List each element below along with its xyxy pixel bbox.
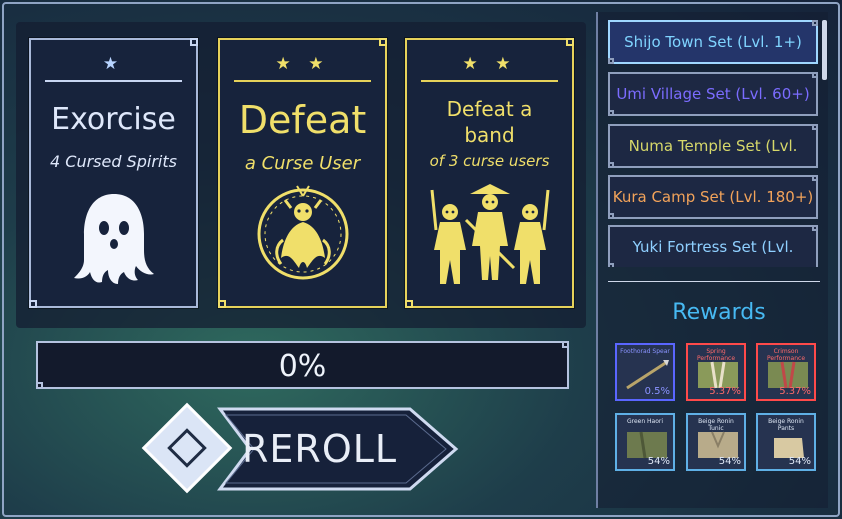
reward-chance: 0.5% xyxy=(644,386,670,397)
reward-chance: 5.37% xyxy=(779,386,811,397)
button-corner xyxy=(608,110,614,116)
card-subtitle: of 3 curse users xyxy=(429,152,550,170)
haori-icon xyxy=(694,358,738,389)
set-button-yuki-fortress[interactable]: Yuki Fortress Set (Lvl. 240+) xyxy=(608,225,818,267)
card-corner xyxy=(29,300,37,308)
curse-user-icon xyxy=(220,182,385,282)
reward-item-beige-ronin-pants[interactable]: Beige Ronin Pants 54% xyxy=(756,413,816,471)
tunic-icon xyxy=(694,428,738,458)
button-corner xyxy=(608,213,614,219)
spear-icon xyxy=(623,358,669,390)
card-divider xyxy=(234,80,371,82)
button-corner xyxy=(812,124,818,130)
reward-chance: 5.37% xyxy=(709,386,741,397)
quest-card-defeat-curse-user[interactable]: ★ ★ Defeat a Curse User xyxy=(218,38,387,308)
reroll-label: REROLL xyxy=(242,427,398,471)
star-rating: ★ ★ xyxy=(462,54,517,74)
reward-chance: 54% xyxy=(647,456,670,467)
quest-progress-bar: 0% xyxy=(36,341,569,389)
button-corner xyxy=(608,58,614,64)
button-corner xyxy=(608,162,614,168)
bar-corner xyxy=(562,341,569,348)
curse-band-icon xyxy=(407,180,572,292)
card-divider xyxy=(421,80,558,82)
card-divider xyxy=(45,80,182,82)
card-subtitle: 4 Cursed Spirits xyxy=(50,152,177,171)
set-list-scrollbar[interactable] xyxy=(822,20,827,80)
set-button-umi-village[interactable]: Umi Village Set (Lvl. 60+) xyxy=(608,72,818,116)
reward-item-crimson-performance-haori[interactable]: Crimson Performance Haori 5.37% xyxy=(756,343,816,401)
button-corner xyxy=(812,175,818,181)
reward-chance: 54% xyxy=(788,456,811,467)
rewards-title: Rewards xyxy=(672,300,766,325)
reward-name: Foothorad Spear xyxy=(620,348,670,355)
card-corner xyxy=(566,38,574,46)
set-button-kura-camp[interactable]: Kura Camp Set (Lvl. 180+) xyxy=(608,175,818,219)
bar-corner xyxy=(36,382,43,389)
ghost-icon xyxy=(31,190,196,286)
reward-item-foothorad-spear[interactable]: Foothorad Spear 0.5% xyxy=(615,343,675,401)
card-corner xyxy=(379,38,387,46)
reward-chance: 54% xyxy=(718,456,741,467)
card-title: Defeat xyxy=(238,98,367,142)
haori-icon xyxy=(623,428,667,459)
reward-item-green-haori[interactable]: Green Haori 54% xyxy=(615,413,675,471)
panel-divider xyxy=(608,281,820,282)
set-label: Shijo Town Set (Lvl. 1+) xyxy=(624,33,802,51)
haori-icon xyxy=(764,358,808,389)
card-subtitle: a Curse User xyxy=(244,153,361,174)
star-rating: ★ ★ xyxy=(275,54,330,74)
card-title: Defeat a band xyxy=(446,97,533,147)
reward-name: Green Haori xyxy=(626,418,664,425)
pants-icon xyxy=(764,428,808,458)
set-label: Kura Camp Set (Lvl. 180+) xyxy=(612,188,814,206)
set-label: Umi Village Set (Lvl. 60+) xyxy=(616,85,810,103)
button-corner xyxy=(608,263,614,267)
card-corner xyxy=(218,300,226,308)
card-corner xyxy=(190,38,198,46)
reward-item-spring-performance-haori[interactable]: Spring Performance Haori 5.37% xyxy=(686,343,746,401)
set-label: Yuki Fortress Set (Lvl. 240+) xyxy=(632,238,794,256)
quest-card-exorcise[interactable]: ★ Exorcise 4 Cursed Spirits xyxy=(29,38,198,308)
reroll-button[interactable]: REROLL xyxy=(200,405,460,493)
reward-item-beige-ronin-tunic[interactable]: Beige Ronin Tunic 54% xyxy=(686,413,746,471)
set-button-shijo-town[interactable]: Shijo Town Set (Lvl. 1+) xyxy=(608,20,818,64)
button-corner xyxy=(812,225,818,231)
set-list: Shijo Town Set (Lvl. 1+) Umi Village Set… xyxy=(608,20,818,267)
quest-card-defeat-band[interactable]: ★ ★ Defeat a band of 3 curse users xyxy=(405,38,574,308)
button-corner xyxy=(812,72,818,78)
star-rating: ★ xyxy=(102,54,125,74)
card-corner xyxy=(405,300,413,308)
set-button-numa-temple[interactable]: Numa Temple Set (Lvl. 120+) xyxy=(608,124,818,195)
progress-percent: 0% xyxy=(278,349,327,384)
card-title: Exorcise xyxy=(51,102,176,137)
button-corner xyxy=(812,20,818,26)
